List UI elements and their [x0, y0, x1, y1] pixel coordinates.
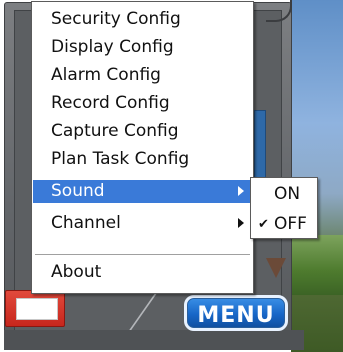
menu-item-label: Plan Task Config	[51, 149, 190, 169]
menu-item-alarm-config[interactable]: Alarm Config	[33, 64, 252, 87]
menu-item-capture-config[interactable]: Capture Config	[33, 120, 252, 143]
menu-item-label: Security Config	[51, 9, 181, 29]
submenu-item-off[interactable]: ✔ OFF	[252, 210, 316, 238]
menu-item-display-config[interactable]: Display Config	[33, 36, 252, 59]
menu-item-label: Sound	[51, 181, 105, 201]
arrow-indicator	[266, 258, 286, 278]
menu-item-label: Alarm Config	[51, 65, 161, 85]
red-button-face	[16, 298, 58, 320]
menu-item-plan-task-config[interactable]: Plan Task Config	[33, 148, 252, 171]
menu-item-label: Record Config	[51, 93, 170, 113]
video-preview-area	[291, 0, 343, 352]
side-strip	[254, 110, 266, 182]
menu-item-security-config[interactable]: Security Config	[33, 8, 252, 31]
menu-item-sound[interactable]: Sound	[33, 180, 252, 203]
menu-separator	[35, 254, 250, 255]
menu-item-label: Display Config	[51, 37, 174, 57]
submenu-arrow-icon	[238, 186, 244, 196]
submenu-item-label: OFF	[274, 214, 307, 234]
checkmark-icon: ✔	[258, 217, 269, 232]
menu-item-label: About	[51, 262, 102, 282]
sound-submenu: ON ✔ OFF	[250, 177, 318, 239]
menu-button[interactable]: MENU	[184, 295, 288, 331]
context-menu: Security Config Display Config Alarm Con…	[31, 1, 254, 294]
submenu-arrow-icon	[238, 218, 244, 228]
menu-item-channel[interactable]: Channel	[33, 212, 252, 235]
submenu-item-on[interactable]: ON	[252, 180, 316, 208]
menu-item-label: Capture Config	[51, 121, 179, 141]
red-record-button[interactable]	[5, 290, 65, 327]
menu-item-record-config[interactable]: Record Config	[33, 92, 252, 115]
menu-item-label: Channel	[51, 213, 121, 233]
menu-item-about[interactable]: About	[33, 261, 252, 284]
submenu-item-label: ON	[274, 184, 301, 204]
